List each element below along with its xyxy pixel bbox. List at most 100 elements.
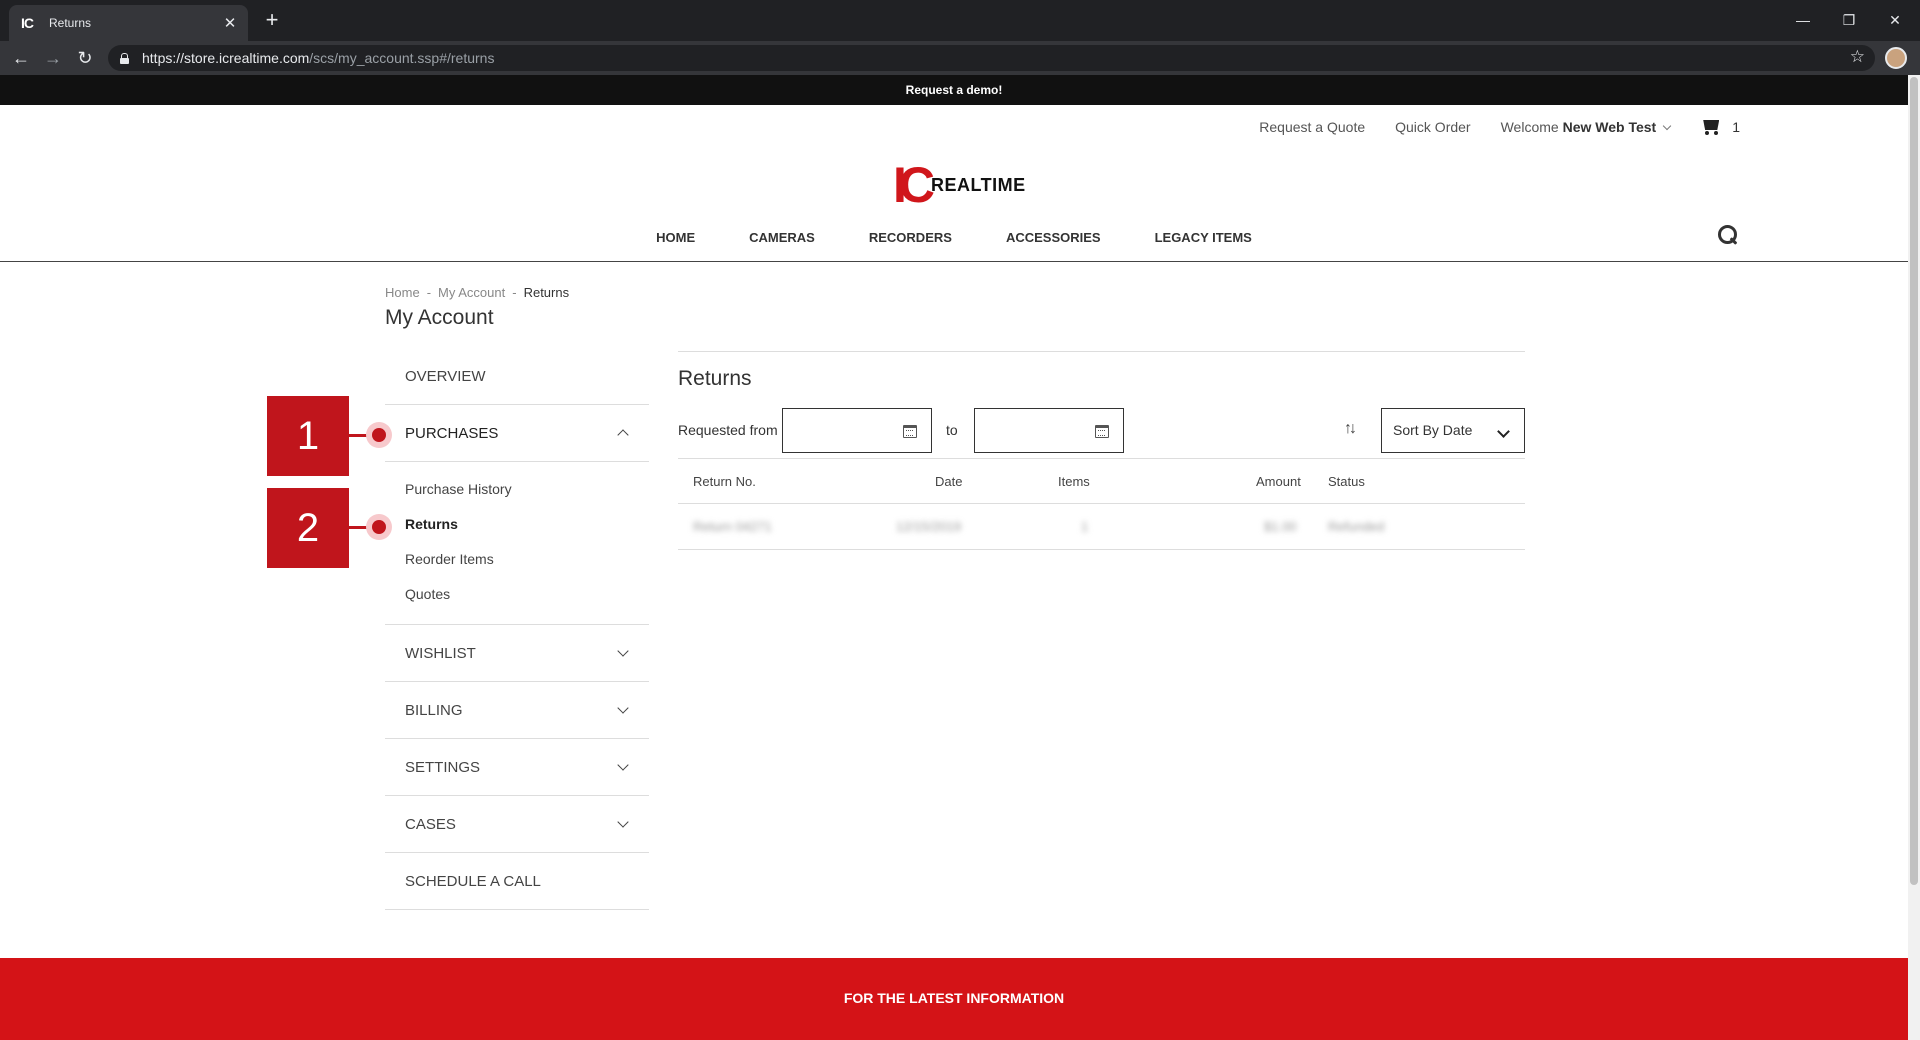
window-close-icon[interactable]: ✕ xyxy=(1872,0,1918,41)
header-divider xyxy=(0,261,1908,262)
breadcrumb: Home - My Account - Returns xyxy=(385,285,570,300)
chevron-up-icon xyxy=(617,429,629,441)
sidebar-item-overview[interactable]: OVERVIEW xyxy=(385,348,649,405)
sidebar-item-label: BILLING xyxy=(405,701,463,719)
cart-count[interactable]: 1 xyxy=(1732,119,1740,135)
to-label: to xyxy=(946,422,958,438)
bookmark-star-icon[interactable]: ☆ xyxy=(1850,47,1865,67)
page-scrollbar[interactable] xyxy=(1908,75,1920,1040)
sort-select[interactable]: Sort By Date xyxy=(1381,408,1525,453)
date-from-input[interactable] xyxy=(782,408,932,453)
request-quote-link[interactable]: Request a Quote xyxy=(1259,119,1365,135)
quick-order-link[interactable]: Quick Order xyxy=(1395,119,1470,135)
page-title: My Account xyxy=(385,306,494,329)
purchases-submenu: Purchase History Returns Reorder Items Q… xyxy=(385,462,649,625)
returns-title: Returns xyxy=(678,367,752,390)
breadcrumb-current: Returns xyxy=(523,285,570,300)
promo-banner[interactable]: Request a demo! xyxy=(0,75,1908,105)
sidebar-item-wishlist[interactable]: WISHLIST xyxy=(385,625,649,682)
profile-avatar[interactable] xyxy=(1885,47,1907,69)
sidebar-item-label: WISHLIST xyxy=(405,644,476,662)
account-sidebar: OVERVIEW PURCHASES Purchase History Retu… xyxy=(385,348,649,910)
sidebar-item-cases[interactable]: CASES xyxy=(385,796,649,853)
table-header: Return No. Date Items Amount Status xyxy=(678,458,1525,504)
cell-date: 12/15/2019 xyxy=(896,519,962,534)
forward-arrow-icon[interactable]: → xyxy=(40,46,66,70)
sidebar-item-purchases[interactable]: PURCHASES xyxy=(385,405,649,462)
sort-select-value: Sort By Date xyxy=(1393,422,1473,438)
table-row[interactable]: Return 04271 12/15/2019 1 $1.00 Refunded xyxy=(678,504,1525,550)
reload-icon[interactable]: ↻ xyxy=(72,46,98,70)
cart-icon[interactable] xyxy=(1700,119,1720,135)
tab-close-icon[interactable]: ✕ xyxy=(222,14,238,32)
chevron-down-icon xyxy=(617,702,629,714)
back-arrow-icon[interactable]: ← xyxy=(8,46,34,70)
nav-recorders[interactable]: RECORDERS xyxy=(869,230,952,245)
logo-mark: IC xyxy=(893,157,935,213)
sidebar-subitem-returns[interactable]: Returns xyxy=(405,507,649,542)
welcome-user-menu[interactable]: Welcome New Web Test xyxy=(1501,119,1672,135)
sidebar-subitem-quotes[interactable]: Quotes xyxy=(405,577,649,612)
nav-cameras[interactable]: CAMERAS xyxy=(749,230,815,245)
minimize-icon[interactable]: — xyxy=(1780,0,1826,41)
web-page: Request a demo! Request a Quote Quick Or… xyxy=(0,75,1908,1040)
calendar-icon[interactable] xyxy=(1095,425,1109,438)
new-tab-plus-icon[interactable]: + xyxy=(260,9,284,33)
annotation-step-1: 1 xyxy=(267,396,349,476)
sidebar-item-schedule-a-call[interactable]: SCHEDULE A CALL xyxy=(385,853,649,910)
content-divider xyxy=(678,351,1525,352)
annotation-target-dot xyxy=(366,514,392,540)
cell-amount: $1.00 xyxy=(1264,519,1297,534)
tab-title: Returns xyxy=(49,16,92,30)
lock-icon xyxy=(120,52,129,64)
requested-from-label: Requested from xyxy=(678,422,778,438)
browser-tab[interactable]: IC Returns ✕ xyxy=(9,5,248,41)
header-top-links: Request a Quote Quick Order Welcome New … xyxy=(1229,119,1740,135)
sidebar-item-label: SETTINGS xyxy=(405,758,481,776)
cell-status: Refunded xyxy=(1328,519,1385,534)
search-icon[interactable] xyxy=(1718,225,1738,245)
site-logo[interactable]: IC REALTIME xyxy=(893,157,1026,213)
cell-return-no[interactable]: Return 04271 xyxy=(693,519,772,534)
footer-banner: FOR THE LATEST INFORMATION xyxy=(0,958,1908,1040)
site-favicon-icon: IC xyxy=(21,15,34,31)
browser-tab-bar: IC Returns ✕ + — ❐ ✕ xyxy=(0,0,1920,41)
calendar-icon[interactable] xyxy=(903,425,917,438)
chevron-down-icon xyxy=(617,759,629,771)
chevron-down-icon xyxy=(1662,121,1672,131)
column-header-date[interactable]: Date xyxy=(935,474,962,489)
logo-wordmark: REALTIME xyxy=(931,174,1026,195)
column-header-items[interactable]: Items xyxy=(1058,474,1090,489)
sort-direction-icon[interactable]: ↑↓ xyxy=(1344,420,1357,438)
nav-legacy-items[interactable]: LEGACY ITEMS xyxy=(1155,230,1252,245)
user-name: New Web Test xyxy=(1562,119,1657,135)
url-path: /scs/my_account.ssp#/returns xyxy=(309,50,495,66)
url-host: https://store.icrealtime.com xyxy=(142,50,310,66)
sidebar-item-label: SCHEDULE A CALL xyxy=(405,872,541,890)
cell-items: 1 xyxy=(1081,519,1089,534)
column-header-return-no[interactable]: Return No. xyxy=(693,474,756,489)
scrollbar-thumb[interactable] xyxy=(1910,77,1918,885)
restore-icon[interactable]: ❐ xyxy=(1826,0,1872,41)
sidebar-subitem-reorder-items[interactable]: Reorder Items xyxy=(405,542,649,577)
sidebar-item-label: OVERVIEW xyxy=(405,367,486,385)
returns-table: Return No. Date Items Amount Status Retu… xyxy=(678,458,1525,550)
url-input[interactable]: https://store.icrealtime.com/scs/my_acco… xyxy=(108,45,1875,71)
breadcrumb-my-account[interactable]: My Account xyxy=(438,285,505,300)
sidebar-item-settings[interactable]: SETTINGS xyxy=(385,739,649,796)
chevron-down-icon xyxy=(1497,425,1510,438)
date-to-input[interactable] xyxy=(974,408,1124,453)
main-nav: HOME CAMERAS RECORDERS ACCESSORIES LEGAC… xyxy=(0,230,1908,245)
chevron-down-icon xyxy=(617,645,629,657)
sidebar-item-label: CASES xyxy=(405,815,456,833)
sidebar-subitem-purchase-history[interactable]: Purchase History xyxy=(405,472,649,507)
annotation-target-dot xyxy=(366,422,392,448)
nav-home[interactable]: HOME xyxy=(656,230,695,245)
column-header-status[interactable]: Status xyxy=(1328,474,1365,489)
chevron-down-icon xyxy=(617,816,629,828)
nav-accessories[interactable]: ACCESSORIES xyxy=(1006,230,1101,245)
breadcrumb-home[interactable]: Home xyxy=(385,285,420,300)
sidebar-item-label: PURCHASES xyxy=(405,424,499,442)
column-header-amount[interactable]: Amount xyxy=(1256,474,1301,489)
sidebar-item-billing[interactable]: BILLING xyxy=(385,682,649,739)
